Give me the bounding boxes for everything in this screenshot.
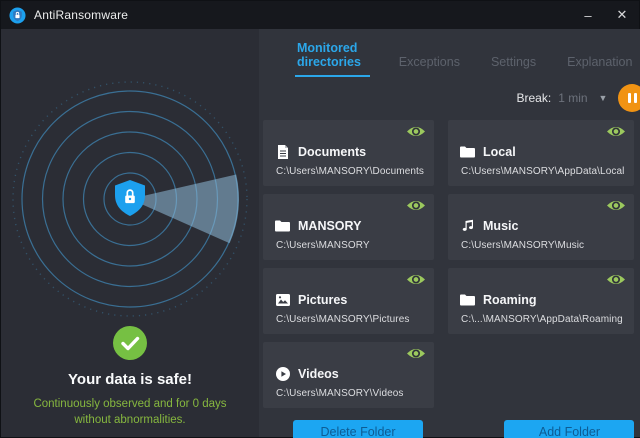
window-title: AntiRansomware <box>34 8 128 22</box>
radar-scan-graphic <box>1 29 259 329</box>
directory-path: C:\...\MANSORY\AppData\Roaming <box>461 314 624 325</box>
content-panel: Monitored directories Exceptions Settings E… <box>259 29 640 437</box>
directory-card[interactable]: Pictures C:\Users\MANSORY\Pictures <box>263 268 434 334</box>
directory-name: Videos <box>298 367 339 381</box>
break-label: Break: <box>517 91 552 105</box>
directory-name: Pictures <box>298 293 347 307</box>
directory-name: Documents <box>298 145 366 159</box>
folder-icon <box>275 218 290 233</box>
folder-actions-row: Delete Folder Add Folder <box>263 420 634 438</box>
add-folder-button[interactable]: Add Folder <box>504 420 634 438</box>
music-icon <box>460 218 475 233</box>
status-headline: Your data is safe! <box>68 371 192 388</box>
directory-name: Roaming <box>483 293 536 307</box>
directory-card[interactable]: Music C:\Users\MANSORY\Music <box>448 194 634 260</box>
delete-folder-button[interactable]: Delete Folder <box>293 420 423 438</box>
directory-card[interactable]: Videos C:\Users\MANSORY\Videos <box>263 342 434 408</box>
break-control-row: Break: 1 min ▼ <box>263 84 640 112</box>
folder-icon <box>460 144 475 159</box>
directory-path: C:\Users\MANSORY\Pictures <box>276 314 424 325</box>
folder-icon <box>460 292 475 307</box>
app-window: AntiRansomware – ✕ <box>0 0 640 438</box>
directory-path: C:\Users\MANSORY\AppData\Local <box>461 166 624 177</box>
eye-visibility-icon[interactable] <box>606 125 626 138</box>
check-circle-icon <box>113 326 147 360</box>
shield-lock-icon <box>115 180 145 216</box>
monitored-directories-grid: Documents C:\Users\MANSORY\Documents Loc… <box>263 120 634 408</box>
eye-visibility-icon[interactable] <box>606 199 626 212</box>
tab-exceptions[interactable]: Exceptions <box>397 53 462 77</box>
directory-card[interactable]: Roaming C:\...\MANSORY\AppData\Roaming <box>448 268 634 334</box>
tab-settings[interactable]: Settings <box>489 53 538 77</box>
directory-name: Local <box>483 145 516 159</box>
directory-card[interactable]: MANSORY C:\Users\MANSORY <box>263 194 434 260</box>
directory-card[interactable]: Local C:\Users\MANSORY\AppData\Local <box>448 120 634 186</box>
minimize-button[interactable]: – <box>571 1 605 29</box>
directory-path: C:\Users\MANSORY\Documents <box>276 166 424 177</box>
directory-path: C:\Users\MANSORY\Music <box>461 240 624 251</box>
tab-explanation[interactable]: Explanation <box>565 53 634 77</box>
eye-visibility-icon[interactable] <box>406 347 426 360</box>
video-icon <box>275 366 290 381</box>
directory-name: MANSORY <box>298 219 361 233</box>
eye-visibility-icon[interactable] <box>406 273 426 286</box>
tab-bar: Monitored directories Exceptions Settings E… <box>263 39 634 77</box>
pause-protection-button[interactable] <box>618 84 640 112</box>
status-subtext: Continuously observed and for 0 days wit… <box>1 396 259 429</box>
directory-path: C:\Users\MANSORY\Videos <box>276 388 424 399</box>
status-panel: Your data is safe! Continuously observed… <box>1 29 259 437</box>
eye-visibility-icon[interactable] <box>406 199 426 212</box>
eye-visibility-icon[interactable] <box>406 125 426 138</box>
directory-path: C:\Users\MANSORY <box>276 240 424 251</box>
document-icon <box>275 144 290 159</box>
close-button[interactable]: ✕ <box>605 1 639 29</box>
directory-card[interactable]: Documents C:\Users\MANSORY\Documents <box>263 120 434 186</box>
directory-name: Music <box>483 219 518 233</box>
break-interval-value[interactable]: 1 min <box>558 91 587 105</box>
image-icon <box>275 292 290 307</box>
tab-monitored-directories[interactable]: Monitored directories <box>295 39 370 77</box>
app-shield-icon <box>9 7 26 24</box>
title-bar: AntiRansomware – ✕ <box>1 1 639 29</box>
pause-icon <box>628 93 631 103</box>
radar-sweep-beam <box>130 175 239 244</box>
chevron-down-icon[interactable]: ▼ <box>599 93 608 103</box>
eye-visibility-icon[interactable] <box>606 273 626 286</box>
